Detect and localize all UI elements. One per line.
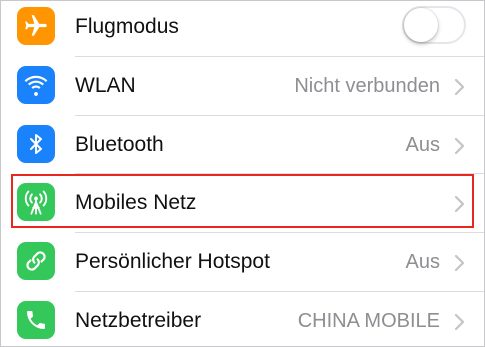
carrier-value: CHINA MOBILE [297,310,440,332]
settings-row-airplane-mode[interactable]: Flugmodus [1,1,484,56]
settings-row-personal-hotspot[interactable]: Persönlicher Hotspot Aus [1,233,484,291]
airplane-mode-label: Flugmodus [75,15,179,38]
phone-icon [17,301,55,339]
airplane-mode-toggle[interactable] [402,6,466,44]
settings-row-wlan[interactable]: WLAN Nicht verbunden [1,57,484,115]
chevron-right-icon [454,137,465,155]
chevron-right-icon [454,254,465,272]
personal-hotspot-status: Aus [405,251,440,273]
bluetooth-status: Aus [405,134,440,156]
wlan-label: WLAN [75,74,136,97]
mobile-network-label: Mobiles Netz [75,191,197,214]
personal-hotspot-label: Persönlicher Hotspot [75,250,270,273]
chevron-right-icon [454,78,465,96]
bluetooth-icon [17,125,55,163]
toggle-knob [404,8,438,42]
hotspot-chain-icon [17,242,55,280]
settings-panel: Flugmodus WLAN Nicht verbunden Bluetooth… [0,0,485,347]
bluetooth-label: Bluetooth [75,133,164,156]
settings-row-mobile-network[interactable]: Mobiles Netz [1,174,484,232]
cellular-antenna-icon [17,183,55,221]
chevron-right-icon [454,195,465,213]
chevron-right-icon [454,313,465,331]
airplane-icon [17,7,55,45]
settings-row-carrier[interactable]: Netzbetreiber CHINA MOBILE [1,292,484,346]
carrier-label: Netzbetreiber [75,309,202,332]
wlan-status: Nicht verbunden [294,75,440,97]
settings-row-bluetooth[interactable]: Bluetooth Aus [1,116,484,174]
wifi-icon [17,66,55,104]
